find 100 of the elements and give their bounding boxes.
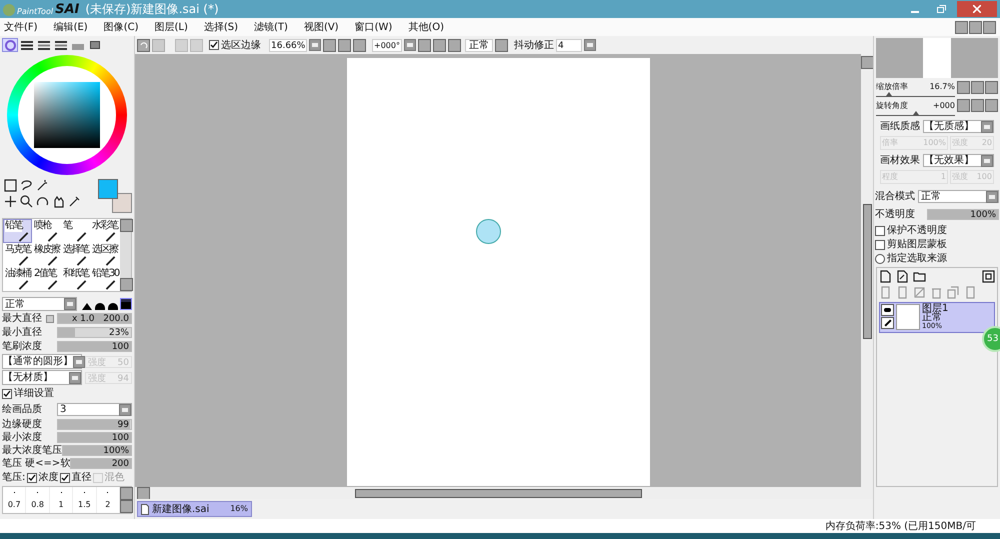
zoom-slider[interactable]: 缩放倍率 16.7% bbox=[876, 81, 955, 97]
slider-track[interactable]: 100 bbox=[57, 341, 132, 352]
background-color-swatch[interactable] bbox=[112, 193, 132, 213]
stabilizer-field[interactable]: 4 bbox=[556, 38, 582, 52]
dropdown-button[interactable] bbox=[69, 372, 81, 384]
lasso-icon[interactable] bbox=[20, 179, 33, 192]
scrollbar-thumb[interactable] bbox=[355, 488, 642, 498]
brush-shape-option[interactable] bbox=[120, 298, 132, 310]
zoom-field[interactable]: 16.66% bbox=[269, 38, 307, 52]
close-button[interactable] bbox=[957, 1, 997, 17]
brush-slot[interactable]: 笔 bbox=[61, 219, 90, 243]
zoom-reset-button[interactable] bbox=[353, 38, 366, 52]
eyedropper-icon[interactable] bbox=[68, 195, 81, 208]
zoom-out-button[interactable] bbox=[323, 38, 336, 52]
move-icon[interactable] bbox=[4, 195, 17, 208]
rotate-left-button[interactable] bbox=[418, 38, 431, 52]
folder-icon[interactable] bbox=[913, 270, 926, 283]
color-tab[interactable] bbox=[36, 38, 52, 52]
brush-slot[interactable]: 油漆桶 bbox=[3, 267, 32, 291]
checkbox[interactable] bbox=[875, 226, 885, 236]
pressure-toggle-button[interactable] bbox=[46, 314, 54, 322]
texture-select[interactable]: 【无效果】 bbox=[923, 154, 994, 167]
scroll-left-button[interactable] bbox=[137, 486, 150, 500]
dropdown-button[interactable] bbox=[64, 298, 76, 310]
rotate-reset-button[interactable] bbox=[448, 38, 461, 52]
menu-item[interactable]: 图像(C) bbox=[104, 20, 138, 34]
restore-button[interactable] bbox=[969, 20, 982, 34]
slider-thumb[interactable] bbox=[886, 92, 892, 96]
slider-track[interactable]: 100% bbox=[62, 444, 132, 456]
menu-item[interactable]: 窗口(W) bbox=[354, 20, 392, 34]
slider-track[interactable]: x 1.0 200.0 bbox=[57, 313, 132, 324]
brush-slot[interactable]: 铅笔30 bbox=[90, 267, 119, 291]
menu-item[interactable]: 滤镜(T) bbox=[254, 20, 288, 34]
menu-item[interactable]: 其他(O) bbox=[408, 20, 444, 34]
menu-item[interactable]: 文件(F) bbox=[4, 20, 38, 34]
checkbox[interactable] bbox=[2, 388, 12, 398]
menu-item[interactable]: 选择(S) bbox=[204, 20, 238, 34]
brush-select[interactable]: 【无材质】 bbox=[2, 370, 82, 385]
checkbox[interactable] bbox=[209, 40, 219, 50]
rotate-icon[interactable] bbox=[36, 195, 49, 208]
dropdown-button[interactable] bbox=[119, 404, 131, 416]
brush-select[interactable]: 【通常的圆形】 bbox=[2, 354, 82, 369]
radio-button[interactable] bbox=[875, 254, 885, 264]
brush-slot[interactable]: 橡皮擦 bbox=[32, 243, 61, 267]
size-preset[interactable]: 1 bbox=[50, 487, 74, 513]
texture-select[interactable]: 【无质感】 bbox=[923, 120, 994, 133]
brush-slot[interactable]: 选区擦 bbox=[90, 243, 119, 267]
angle-field[interactable]: +000° bbox=[372, 38, 402, 52]
dropdown-button[interactable] bbox=[986, 190, 998, 202]
quality-select[interactable]: 3 bbox=[57, 403, 132, 416]
close-button[interactable] bbox=[983, 20, 996, 34]
scrollbar[interactable] bbox=[120, 219, 131, 291]
hand-icon[interactable] bbox=[52, 195, 65, 208]
slider-track[interactable]: 23% bbox=[57, 327, 132, 338]
mask-icon[interactable] bbox=[982, 270, 995, 283]
slider-track[interactable]: 100 bbox=[57, 432, 132, 442]
zoom-in-button[interactable] bbox=[338, 38, 351, 52]
flip-button[interactable] bbox=[495, 38, 508, 52]
angle-slider[interactable]: 旋转角度 +000 bbox=[876, 100, 955, 116]
menu-item[interactable]: 图层(L) bbox=[154, 20, 188, 34]
color-tab[interactable] bbox=[19, 38, 35, 52]
dropdown-button[interactable] bbox=[309, 39, 321, 51]
brush-slot[interactable]: 2值笔 bbox=[32, 267, 61, 291]
zoom-icon[interactable] bbox=[20, 195, 33, 208]
pen-icon[interactable] bbox=[881, 317, 894, 329]
minimize-button[interactable] bbox=[955, 20, 968, 34]
blend-mode-select[interactable]: 正常 bbox=[2, 297, 77, 311]
new-vector-layer-icon[interactable] bbox=[896, 270, 909, 283]
blend-field[interactable]: 正常 bbox=[465, 38, 493, 52]
scroll-up-button[interactable] bbox=[860, 56, 874, 69]
undo-button[interactable] bbox=[137, 38, 150, 52]
menu-item[interactable]: 编辑(E) bbox=[54, 20, 88, 34]
file-tab[interactable]: 新建图像.sai 16% bbox=[137, 501, 252, 517]
size-preset[interactable]: 0.8 bbox=[26, 487, 50, 513]
size-preset[interactable]: 0.7 bbox=[3, 487, 26, 513]
color-tab[interactable] bbox=[53, 38, 69, 52]
slider-track[interactable]: 200 bbox=[70, 458, 132, 468]
size-preset[interactable]: 1.5 bbox=[73, 487, 97, 513]
dropdown-button[interactable] bbox=[981, 154, 993, 166]
checkbox[interactable] bbox=[60, 472, 70, 482]
eye-icon[interactable] bbox=[881, 304, 894, 316]
menu-item[interactable]: 视图(V) bbox=[304, 20, 339, 34]
scroll-down-button[interactable] bbox=[120, 500, 134, 513]
brush-slot[interactable]: 选择笔 bbox=[61, 243, 90, 267]
brush-slot[interactable]: 水彩笔 bbox=[90, 219, 119, 243]
dropdown-button[interactable] bbox=[584, 39, 596, 51]
color-tab[interactable] bbox=[2, 38, 18, 52]
foreground-color-swatch[interactable] bbox=[98, 179, 118, 199]
color-tab[interactable] bbox=[87, 38, 103, 52]
brush-slot[interactable]: 马克笔 bbox=[3, 243, 32, 267]
rotate-right-button[interactable] bbox=[433, 38, 446, 52]
slider-track[interactable]: 100% bbox=[927, 209, 999, 220]
selection-marquee-icon[interactable] bbox=[4, 179, 17, 192]
slider-thumb[interactable] bbox=[912, 111, 918, 115]
blend-mode-select[interactable]: 正常 bbox=[918, 190, 999, 203]
brush-slot[interactable]: 铅笔 bbox=[3, 219, 32, 243]
checkbox[interactable] bbox=[875, 240, 885, 250]
new-layer-icon[interactable] bbox=[879, 270, 892, 283]
dropdown-button[interactable] bbox=[73, 356, 85, 368]
brush-slot[interactable]: 喷枪 bbox=[32, 219, 61, 243]
